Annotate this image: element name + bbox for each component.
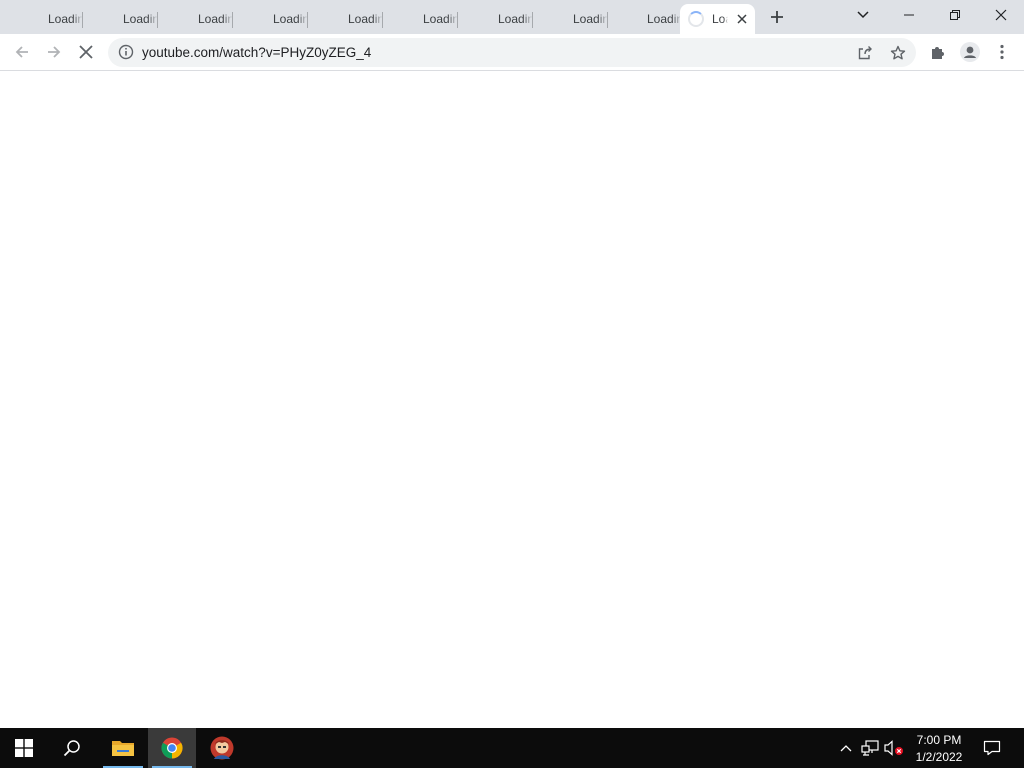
close-icon xyxy=(995,9,1007,21)
new-tab-button[interactable] xyxy=(765,5,789,29)
arrow-left-icon xyxy=(15,46,28,58)
restore-button[interactable] xyxy=(932,0,978,30)
chevron-up-icon xyxy=(840,745,852,752)
minimize-icon xyxy=(904,14,914,16)
tab-search-button[interactable] xyxy=(840,0,886,30)
tab-title: Loading xyxy=(423,12,458,26)
folder-icon xyxy=(112,741,134,756)
extensions-button[interactable] xyxy=(924,38,952,66)
page-content xyxy=(0,71,1024,728)
tab[interactable]: Loading xyxy=(8,4,83,34)
tab-title: Loading xyxy=(573,12,608,26)
tab[interactable]: Loading xyxy=(383,4,458,34)
address-bar[interactable]: youtube.com/watch?v=PHyZ0yZEG_4 xyxy=(108,38,916,67)
close-icon xyxy=(79,45,93,59)
tab-title: Loading xyxy=(647,12,682,26)
tab-close-icon[interactable] xyxy=(734,11,750,27)
tab-strip: Loading Loading Loading Loading Loading … xyxy=(0,0,1024,34)
browser-toolbar: youtube.com/watch?v=PHyZ0yZEG_4 xyxy=(0,34,1024,71)
chevron-down-icon xyxy=(857,11,869,19)
puzzle-icon xyxy=(932,47,944,59)
arrow-right-icon xyxy=(48,46,61,58)
tab[interactable]: Loading xyxy=(308,4,383,34)
show-hidden-icons-button[interactable] xyxy=(836,738,856,758)
clock-time: 7:00 PM xyxy=(916,733,962,747)
url-text[interactable]: youtube.com/watch?v=PHyZ0yZEG_4 xyxy=(142,45,371,60)
tab-active[interactable]: Loading xyxy=(680,4,755,34)
tab-title: Loading xyxy=(498,12,533,26)
forward-button[interactable] xyxy=(40,38,68,66)
app-avatar-icon xyxy=(210,736,234,760)
action-center-button[interactable] xyxy=(981,738,1003,758)
taskbar-chrome[interactable] xyxy=(148,728,196,768)
tab-title: Loading xyxy=(198,12,233,26)
profile-button[interactable] xyxy=(956,38,984,66)
start-button[interactable] xyxy=(0,728,48,768)
tab[interactable]: Loading xyxy=(458,4,533,34)
loading-spinner-icon xyxy=(688,11,704,27)
taskbar: 7:00 PM 1/2/2022 xyxy=(0,728,1024,768)
tab-title: Loading xyxy=(348,12,383,26)
network-icon[interactable] xyxy=(860,738,880,758)
taskbar-user-app[interactable] xyxy=(198,728,246,768)
kebab-menu-icon xyxy=(1000,44,1004,60)
tab-title: Loading xyxy=(123,12,158,26)
stop-loading-button[interactable] xyxy=(72,38,100,66)
tab-title: Loading xyxy=(273,12,308,26)
tab[interactable]: Loading xyxy=(607,4,682,34)
system-clock[interactable]: 7:00 PM 1/2/2022 xyxy=(908,732,970,766)
star-icon[interactable] xyxy=(886,41,910,65)
taskbar-file-explorer[interactable] xyxy=(99,728,147,768)
clock-date: 1/2/2022 xyxy=(915,750,963,764)
notification-icon xyxy=(983,740,1001,756)
tab[interactable]: Loading xyxy=(533,4,608,34)
search-button[interactable] xyxy=(48,728,96,768)
search-icon xyxy=(63,740,80,757)
share-icon[interactable] xyxy=(853,41,877,65)
chrome-icon xyxy=(161,737,183,759)
tab-title: Loading xyxy=(712,12,728,26)
tab[interactable]: Loading xyxy=(233,4,308,34)
person-icon xyxy=(960,42,980,62)
volume-muted-icon[interactable] xyxy=(884,738,904,758)
tab-title: Loading xyxy=(48,12,83,26)
minimize-button[interactable] xyxy=(886,0,932,30)
tab[interactable]: Loading xyxy=(158,4,233,34)
menu-button[interactable] xyxy=(988,38,1016,66)
close-window-button[interactable] xyxy=(978,0,1024,30)
tab[interactable]: Loading xyxy=(83,4,158,34)
back-button[interactable] xyxy=(8,38,36,66)
plus-icon xyxy=(771,11,783,23)
info-icon[interactable] xyxy=(118,44,134,60)
windows-logo-icon xyxy=(15,739,33,757)
restore-icon xyxy=(950,10,960,20)
